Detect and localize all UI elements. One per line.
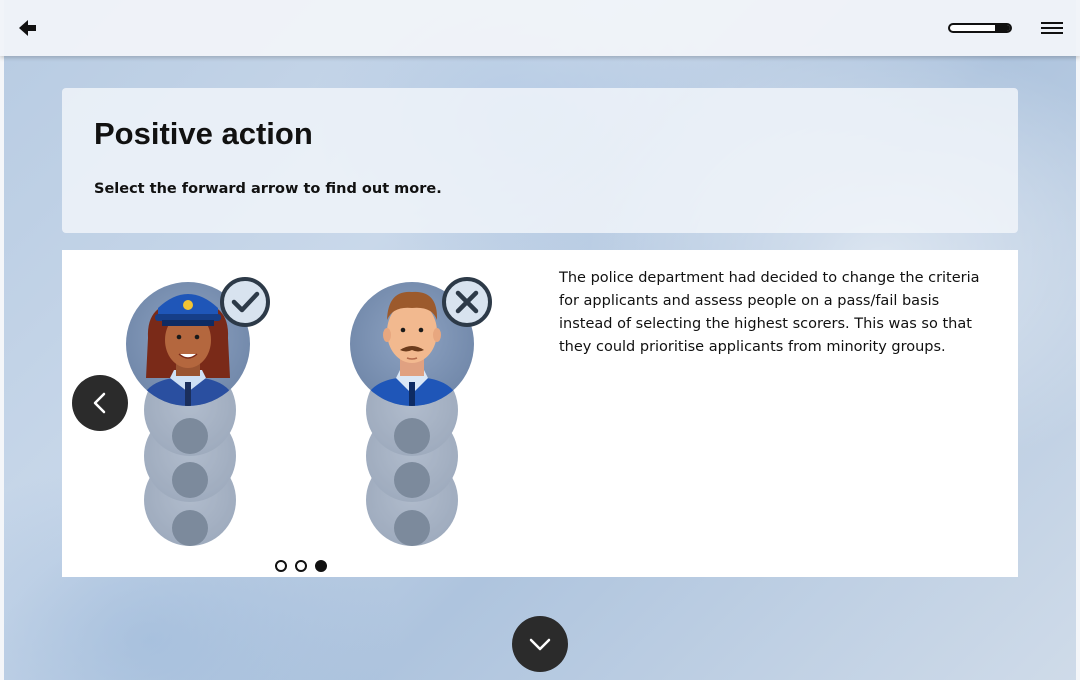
left-arrow-icon [19,20,36,36]
cross-icon [442,277,492,327]
left-frame-edge [0,0,4,680]
carousel-dot[interactable] [315,560,327,572]
chevron-left-icon [93,392,106,414]
hamburger-menu-icon-line [1041,22,1063,24]
top-bar [0,0,1080,56]
hamburger-menu-icon-line [1041,27,1063,29]
progress-bar [948,23,1012,33]
hamburger-menu-icon-line [1041,32,1063,34]
right-frame-edge [1076,0,1080,680]
progress-bar-fill [995,25,1010,31]
check-icon [220,277,270,327]
menu-button[interactable] [1041,19,1063,37]
carousel-dot[interactable] [295,560,307,572]
back-button[interactable] [16,16,40,40]
page-title: Positive action [94,116,313,151]
body-text: The police department had decided to cha… [559,270,980,355]
chevron-down-icon [529,638,551,651]
previous-slide-button[interactable] [72,375,128,431]
content-card: The police department had decided to cha… [62,250,1018,577]
instruction-text: Select the forward arrow to find out mor… [94,181,442,197]
header-card: Positive action Select the forward arrow… [62,88,1018,233]
carousel-dot[interactable] [275,560,287,572]
officers-illustration [126,277,492,546]
next-section-button[interactable] [512,616,568,672]
